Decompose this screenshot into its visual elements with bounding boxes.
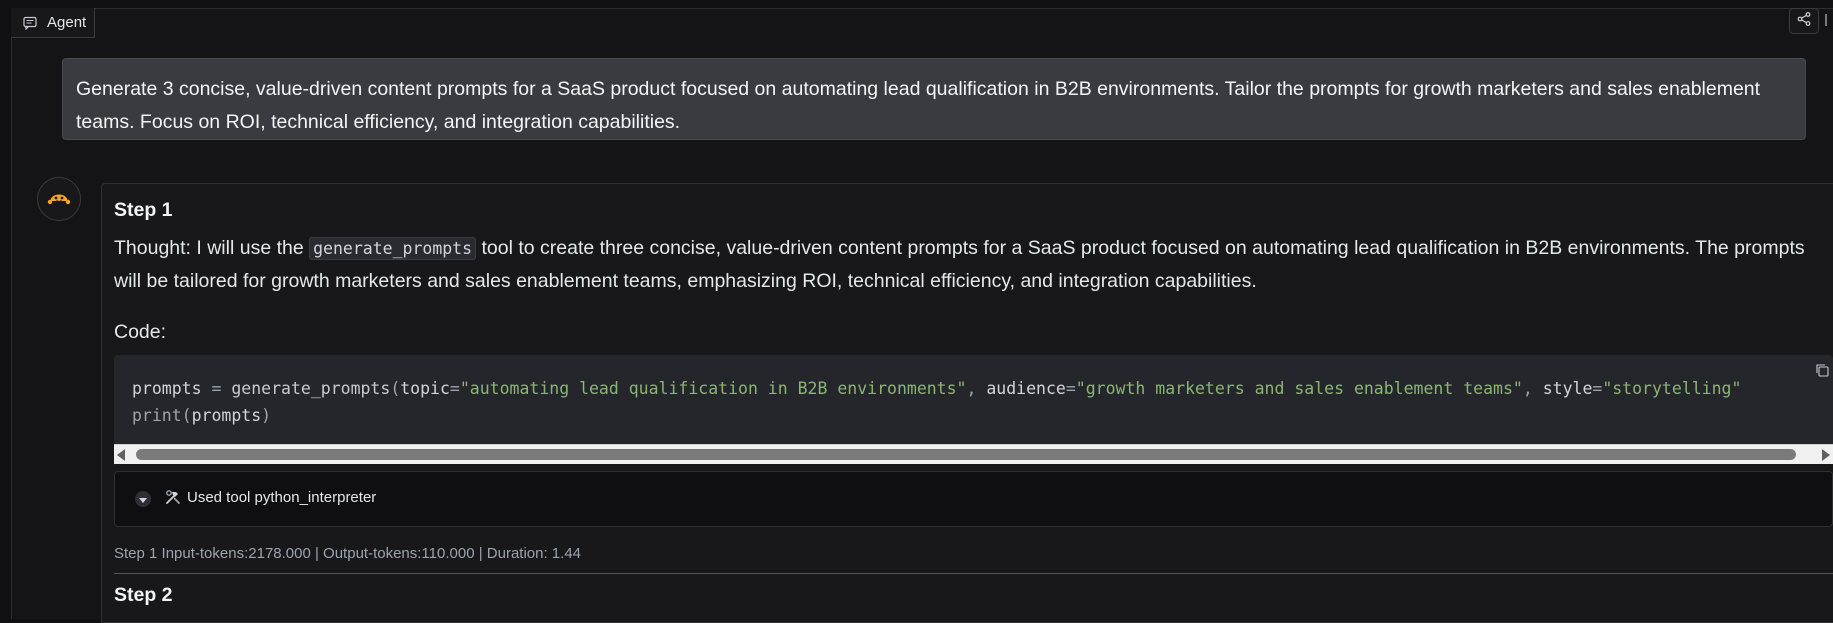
scroll-right-arrow-icon[interactable]: [1822, 449, 1830, 461]
code-line-1: prompts = generate_prompts(topic="automa…: [132, 379, 1741, 398]
code-line-2: print(prompts): [132, 406, 271, 425]
step-1-meta: Step 1 Input-tokens:2178.000 | Output-to…: [114, 545, 581, 562]
code-string: "growth marketers and sales enablement t…: [1075, 379, 1523, 398]
code-label: Code:: [114, 321, 167, 343]
code-sep: ,: [1522, 379, 1543, 398]
tool-used-accordion[interactable]: Used tool python_interpreter: [114, 471, 1833, 527]
code-block[interactable]: prompts = generate_prompts(topic="automa…: [114, 355, 1833, 445]
top-right-toolbar: [1789, 8, 1833, 34]
tab-agent[interactable]: Agent: [11, 8, 95, 38]
share-button[interactable]: [1789, 8, 1819, 34]
copy-icon[interactable]: [1815, 363, 1829, 382]
code-arg-name: audience: [986, 379, 1066, 398]
scroll-left-arrow-icon[interactable]: [117, 449, 125, 461]
code-var: prompts: [132, 379, 202, 398]
scroll-thumb[interactable]: [136, 449, 1796, 460]
code-op: =: [449, 379, 460, 398]
code-arg: prompts: [191, 406, 262, 425]
tab-agent-label: Agent: [47, 14, 87, 31]
chat-icon: [23, 16, 37, 30]
step-2-title: Step 2: [114, 584, 173, 606]
code-fn: print: [132, 406, 182, 425]
step-1-thought: Thought: I will use the generate_prompts…: [114, 232, 1814, 298]
code-paren: (: [181, 406, 192, 425]
hammer-wrench-icon: [165, 489, 181, 510]
chevron-down-icon[interactable]: [135, 491, 151, 507]
code-paren: (: [390, 379, 401, 398]
code-arg-name: style: [1542, 379, 1593, 398]
user-message-text: Generate 3 concise, value-driven content…: [76, 78, 1761, 133]
user-message-bubble: Generate 3 concise, value-driven content…: [62, 58, 1806, 140]
code-op: =: [1592, 379, 1603, 398]
step-1-title: Step 1: [114, 199, 173, 221]
code-content: prompts = generate_prompts(topic="automa…: [132, 375, 1741, 429]
code-arg-name: topic: [400, 379, 450, 398]
code-horizontal-scrollbar[interactable]: [114, 444, 1833, 464]
thought-prefix: Thought: I will use the: [114, 237, 310, 259]
code-op: =: [201, 379, 232, 398]
code-string: "automating lead qualification in B2B en…: [459, 379, 967, 398]
step-divider: [114, 573, 1833, 574]
tool-used-label: Used tool python_interpreter: [187, 489, 377, 506]
more-tools-button[interactable]: [1819, 8, 1833, 34]
code-fn: generate_prompts: [231, 379, 391, 398]
panel-edge-icon: [1823, 13, 1829, 30]
code-sep: ,: [966, 379, 987, 398]
agent-avatar-icon: [46, 187, 72, 212]
share-icon: [1797, 11, 1811, 31]
code-string: "storytelling": [1602, 379, 1742, 398]
code-paren: ): [261, 406, 272, 425]
thought-tool-name: generate_prompts: [309, 237, 477, 260]
avatar: [37, 177, 81, 221]
code-op: =: [1065, 379, 1076, 398]
